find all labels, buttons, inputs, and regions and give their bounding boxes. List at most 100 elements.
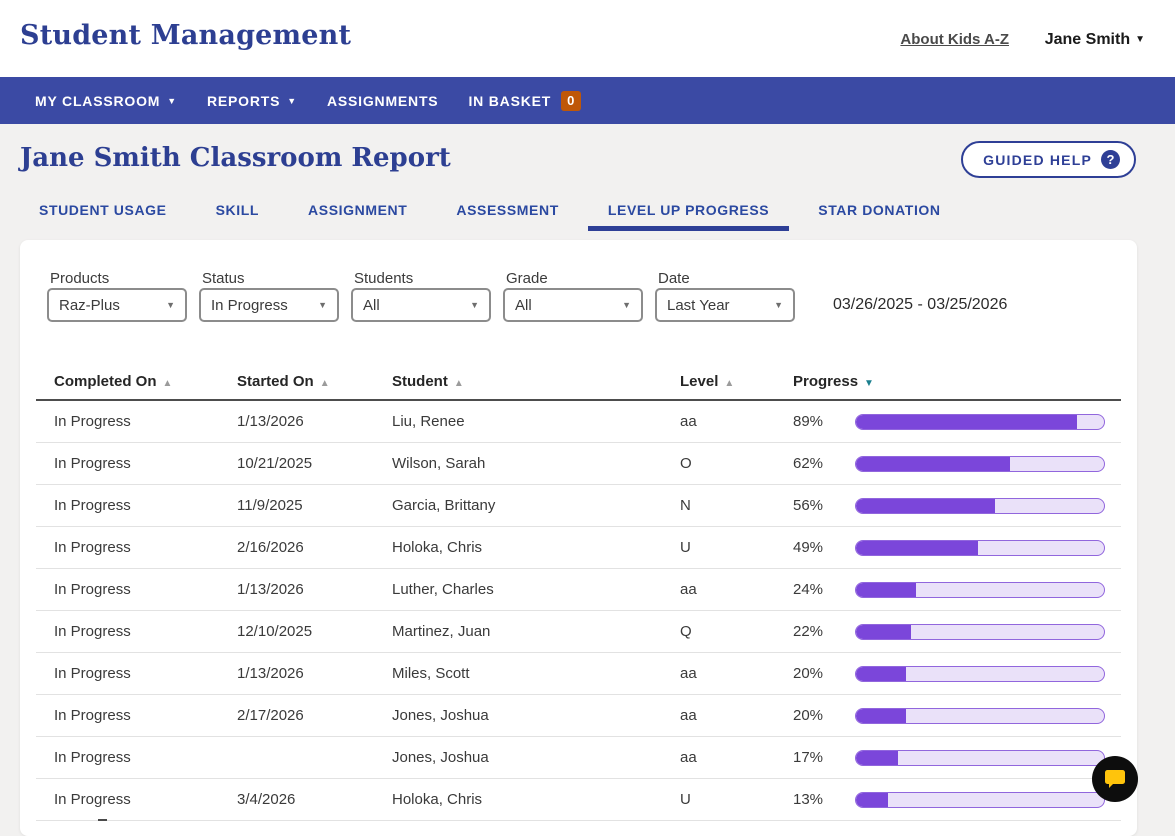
progress-bar-fill [856, 793, 888, 807]
cell-level: aa [680, 581, 697, 598]
cell-progress-percent: 62% [793, 455, 849, 472]
cell-level: Q [680, 623, 692, 640]
chevron-down-icon: ▼ [470, 300, 479, 310]
table-row: In Progress 12/10/2025 Martinez, Juan Q 22% [36, 611, 1121, 653]
about-kids-az-link[interactable]: About Kids A-Z [900, 31, 1009, 48]
cell-student: Holoka, Chris [392, 791, 482, 808]
cell-started-on: 1/13/2026 [237, 665, 304, 682]
sort-desc-icon: ▼ [864, 378, 874, 389]
cell-level: aa [680, 707, 697, 724]
column-label: Student [392, 373, 448, 390]
nav-item-assignments[interactable]: ASSIGNMENTS [312, 93, 453, 109]
cell-completed-on: In Progress [54, 665, 131, 682]
cell-started-on: 12/10/2025 [237, 623, 312, 640]
progress-bar-fill [856, 499, 995, 513]
filter-label-products: Products [50, 270, 109, 287]
cell-student: Miles, Scott [392, 665, 470, 682]
progress-bar-fill [856, 541, 978, 555]
column-level[interactable]: Level▲ [680, 373, 734, 390]
report-tabs: STUDENT USAGE SKILL ASSIGNMENT ASSESSMEN… [19, 202, 961, 231]
cell-student: Wilson, Sarah [392, 455, 485, 472]
nav-item-reports[interactable]: REPORTS▼ [192, 93, 312, 109]
cell-level: N [680, 497, 691, 514]
products-select[interactable]: Raz-Plus▼ [47, 288, 187, 322]
column-label: Started On [237, 373, 314, 390]
tab-level-up-progress[interactable]: LEVEL UP PROGRESS [588, 202, 789, 231]
column-label: Level [680, 373, 718, 390]
students-select[interactable]: All▼ [351, 288, 491, 322]
column-completed-on[interactable]: Completed On ▲ [54, 373, 172, 390]
filter-label-status: Status [202, 270, 245, 287]
cell-level: U [680, 539, 691, 556]
nav-item-in-basket[interactable]: IN BASKET0 [453, 91, 596, 111]
column-label: Completed On [54, 373, 157, 390]
nav-item-label: ASSIGNMENTS [327, 93, 438, 109]
cell-progress-percent: 17% [793, 749, 849, 766]
progress-bar [855, 456, 1105, 472]
tab-assignment[interactable]: ASSIGNMENT [288, 202, 427, 231]
column-progress[interactable]: Progress▼ [793, 373, 874, 390]
chat-button[interactable] [1092, 756, 1138, 802]
status-select[interactable]: In Progress ▼ [199, 288, 339, 322]
cell-student: Jones, Joshua [392, 749, 489, 766]
cell-level: aa [680, 665, 697, 682]
tab-student-usage[interactable]: STUDENT USAGE [19, 202, 187, 231]
clipped-next-row-mark [98, 819, 107, 821]
progress-bar [855, 792, 1105, 808]
cell-completed-on: In Progress [54, 581, 131, 598]
progress-bar [855, 414, 1105, 430]
basket-count-badge: 0 [561, 91, 581, 111]
status-select-value: In Progress [211, 297, 288, 314]
date-select[interactable]: Last Year▼ [655, 288, 795, 322]
column-started-on[interactable]: Started On▲ [237, 373, 330, 390]
cell-started-on: 1/13/2026 [237, 581, 304, 598]
cell-progress-percent: 49% [793, 539, 849, 556]
cell-completed-on: In Progress [54, 455, 131, 472]
page-title: Jane Smith Classroom Report [20, 143, 451, 173]
chevron-down-icon: ▼ [318, 300, 327, 310]
guided-help-label: GUIDED HELP [983, 152, 1092, 168]
progress-bar [855, 750, 1105, 766]
cell-student: Holoka, Chris [392, 539, 482, 556]
cell-completed-on: In Progress [54, 623, 131, 640]
grade-select[interactable]: All ▼ [503, 288, 643, 322]
cell-progress-percent: 89% [793, 413, 849, 430]
cell-level: aa [680, 413, 697, 430]
progress-bar [855, 708, 1105, 724]
user-name: Jane Smith [1045, 31, 1130, 48]
progress-bar [855, 582, 1105, 598]
sort-asc-icon: ▲ [163, 378, 173, 389]
progress-bar [855, 540, 1105, 556]
tab-star-donation[interactable]: STAR DONATION [798, 202, 960, 231]
column-student[interactable]: Student▲ [392, 373, 464, 390]
table-row: In Progress11/9/2025Garcia, BrittanyN56% [36, 485, 1121, 527]
chat-bubble-icon [1103, 768, 1127, 790]
cell-student: Martinez, Juan [392, 623, 490, 640]
user-menu[interactable]: Jane Smith ▼ [1045, 31, 1145, 49]
table-row: In Progress2/17/2026Jones, Joshuaaa20% [36, 695, 1121, 737]
cell-completed-on: In Progress [54, 791, 131, 808]
progress-bar-fill [856, 415, 1077, 429]
nav-item-label: REPORTS [207, 93, 280, 109]
cell-completed-on: In Progress [54, 539, 131, 556]
progress-bar [855, 498, 1105, 514]
cell-progress-percent: 24% [793, 581, 849, 598]
tab-skill[interactable]: SKILL [196, 202, 279, 231]
progress-bar-fill [856, 457, 1010, 471]
guided-help-button[interactable]: GUIDED HELP ? [961, 141, 1136, 178]
progress-bar-fill [856, 583, 916, 597]
top-header: Student Management About Kids A-Z Jane S… [0, 0, 1175, 77]
cell-progress-percent: 22% [793, 623, 849, 640]
tab-assessment[interactable]: ASSESSMENT [436, 202, 578, 231]
table-row: In Progress3/4/2026Holoka, ChrisU13% [36, 779, 1121, 821]
cell-progress-percent: 13% [793, 791, 849, 808]
cell-level: O [680, 455, 692, 472]
cell-progress-percent: 20% [793, 665, 849, 682]
chevron-down-icon: ▼ [622, 300, 631, 310]
table-body: In Progress1/13/2026Liu, Reneeaa89%In Pr… [20, 401, 1137, 821]
nav-item-my-classroom[interactable]: MY CLASSROOM▼ [20, 93, 192, 109]
cell-started-on: 1/13/2026 [237, 413, 304, 430]
grade-select-value: All [515, 297, 532, 314]
nav-item-label: MY CLASSROOM [35, 93, 160, 109]
chevron-down-icon: ▼ [1135, 34, 1145, 45]
